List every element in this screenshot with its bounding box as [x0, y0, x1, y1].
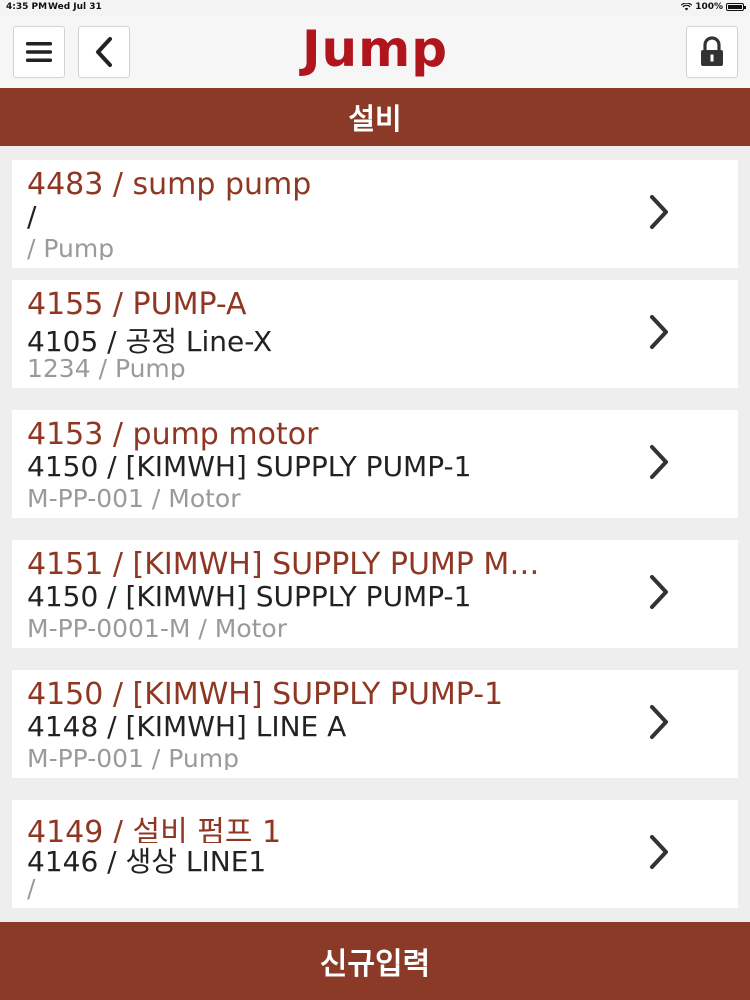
equipment-list: 4483 / sump pump / / Pump 4155 / PUMP-A …	[0, 146, 750, 922]
list-item[interactable]: 4153 / pump motor 4150 / [KIMWH] SUPPLY …	[12, 410, 738, 518]
battery-fill	[728, 5, 742, 9]
list-item[interactable]: 4483 / sump pump / / Pump	[12, 160, 738, 268]
item-secondary-text: 4150 / [KIMWH] SUPPLY PUMP-1	[27, 580, 472, 613]
chevron-right-icon	[650, 705, 668, 739]
page-title: 설비	[0, 88, 750, 146]
item-primary-text: 4151 / [KIMWH] SUPPLY PUMP M…	[27, 547, 540, 582]
item-tertiary-text: 1234 / Pump	[27, 354, 186, 380]
app-logo: Jump	[301, 20, 449, 78]
item-primary-text: 4155 / PUMP-A	[27, 287, 247, 322]
item-tertiary-text: M-PP-001 / Pump	[27, 744, 239, 770]
item-primary-text: 4483 / sump pump	[27, 167, 312, 202]
status-time: 4:35 PM	[6, 2, 48, 12]
chevron-right-icon	[650, 575, 668, 609]
chevron-right-icon	[650, 195, 668, 229]
back-button[interactable]	[78, 26, 130, 78]
hamburger-icon	[26, 42, 52, 62]
item-secondary-text: 4146 / 생상 LINE1	[27, 845, 267, 874]
app-header: Jump	[0, 16, 750, 88]
item-primary-text: 4150 / [KIMWH] SUPPLY PUMP-1	[27, 677, 504, 712]
chevron-right-icon	[650, 835, 668, 869]
status-right: 100%	[681, 2, 746, 12]
item-secondary-text: 4105 / 공정 Line-X	[27, 325, 273, 354]
list-item[interactable]: 4150 / [KIMWH] SUPPLY PUMP-1 4148 / [KIM…	[12, 670, 738, 778]
menu-button[interactable]	[13, 26, 65, 78]
battery-percent: 100%	[695, 2, 723, 12]
new-entry-button[interactable]: 신규입력	[0, 922, 750, 1000]
list-item[interactable]: 4151 / [KIMWH] SUPPLY PUMP M… 4150 / [KI…	[12, 540, 738, 648]
item-tertiary-text: M-PP-0001-M / Motor	[27, 614, 287, 640]
item-secondary-text: 4148 / [KIMWH] LINE A	[27, 710, 347, 743]
status-date: Wed Jul 31	[48, 2, 102, 12]
list-item[interactable]: 4149 / 설비 펌프 1 4146 / 생상 LINE1 /	[12, 800, 738, 908]
lock-icon	[701, 36, 723, 66]
item-secondary-text: 4150 / [KIMWH] SUPPLY PUMP-1	[27, 450, 472, 483]
status-bar: 4:35 PM Wed Jul 31 100%	[0, 0, 750, 16]
item-secondary-text: /	[27, 200, 37, 233]
item-tertiary-text: / Pump	[27, 234, 115, 260]
wifi-icon	[681, 3, 693, 11]
item-tertiary-text: M-PP-001 / Motor	[27, 484, 241, 510]
list-item[interactable]: 4155 / PUMP-A 4105 / 공정 Line-X 1234 / Pu…	[12, 280, 738, 388]
item-primary-text: 4149 / 설비 펌프 1	[27, 815, 282, 843]
lock-button[interactable]	[686, 26, 738, 78]
chevron-right-icon	[650, 315, 668, 349]
item-tertiary-text: /	[27, 874, 36, 900]
chevron-left-icon	[96, 37, 112, 67]
battery-icon	[726, 3, 746, 11]
chevron-right-icon	[650, 445, 668, 479]
item-primary-text: 4153 / pump motor	[27, 417, 319, 452]
